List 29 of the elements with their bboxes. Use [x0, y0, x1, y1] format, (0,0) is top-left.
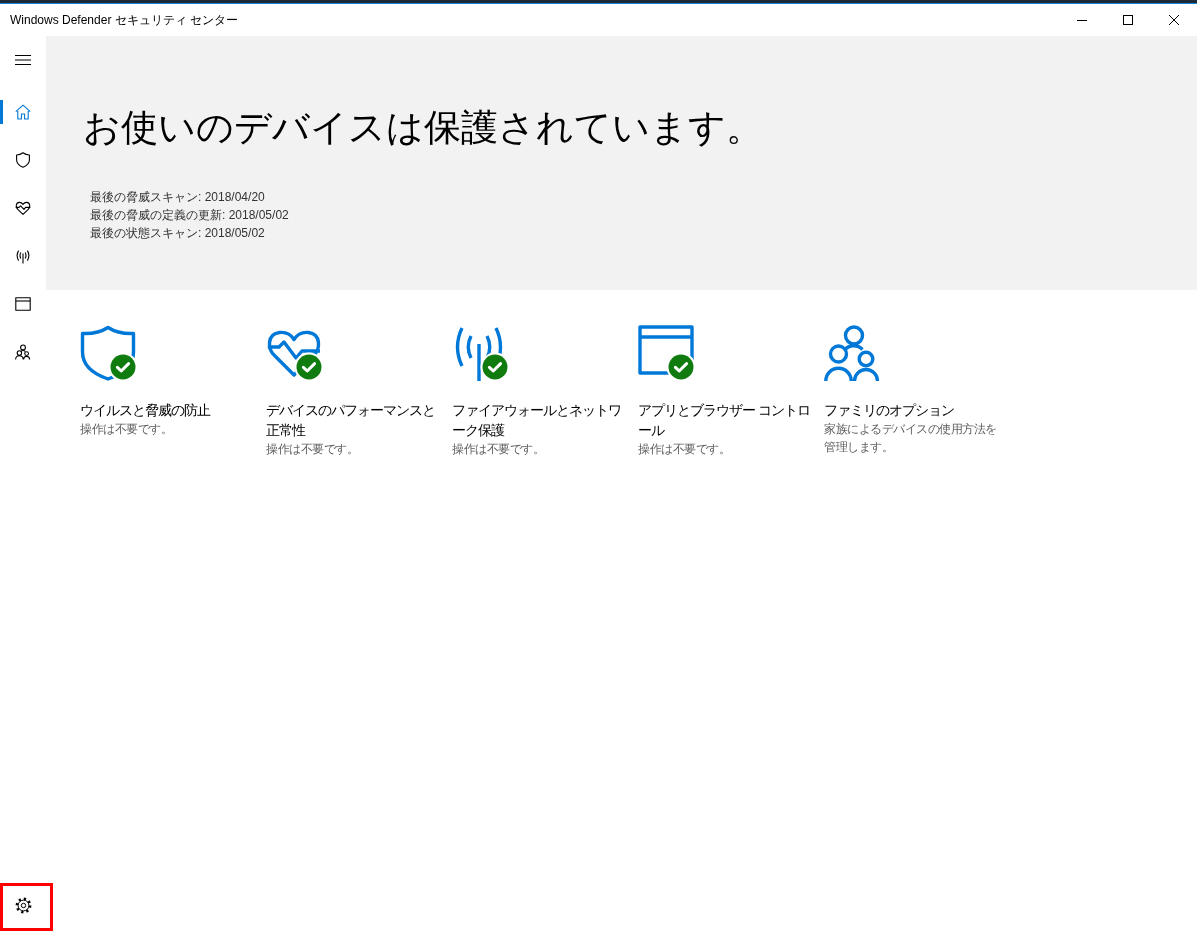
window-title: Windows Defender セキュリティ センター [10, 11, 240, 29]
tile-title[interactable]: デバイスのパフォーマンスと正常性 [266, 400, 442, 440]
tile-title[interactable]: ウイルスと脅威の防止 [80, 400, 256, 420]
family-icon [15, 344, 31, 360]
tile-status: 操作は不要です。 [80, 421, 173, 438]
tile-status: 操作は不要です。 [638, 441, 731, 458]
tile-status: 操作は不要です。 [452, 441, 545, 458]
minimize-icon [1077, 19, 1087, 21]
scan-info-text: 最後の状態スキャン: 2018/05/02 [90, 225, 266, 242]
antenna-icon [15, 248, 31, 264]
shield-icon [15, 152, 31, 168]
tile-status: 家族によるデバイスの使用方法を管理します。 [824, 421, 998, 456]
maximize-icon [1123, 15, 1133, 25]
tile-title[interactable]: ファイアウォールとネットワーク保護 [452, 400, 628, 440]
home-icon [15, 104, 31, 120]
tile-status: 操作は不要です。 [266, 441, 359, 458]
scan-info-text: 最後の脅威の定義の更新: 2018/05/02 [90, 207, 290, 224]
menu-icon [15, 55, 31, 65]
browser-window-icon[interactable] [638, 325, 694, 381]
shield-icon[interactable] [80, 325, 136, 381]
tile-title[interactable]: ファミリのオプション [824, 400, 1000, 420]
heart-pulse-icon [15, 200, 31, 216]
status-headline: お使いのデバイスは保護されています。 [83, 106, 764, 150]
scan-info-text: 最後の脅威スキャン: 2018/04/20 [90, 189, 266, 206]
settings-icon [14, 896, 32, 914]
family-icon[interactable] [824, 325, 880, 381]
browser-window-icon [15, 296, 31, 312]
close-icon [1169, 15, 1179, 25]
tile-title[interactable]: アプリとブラウザー コントロール [638, 400, 814, 440]
